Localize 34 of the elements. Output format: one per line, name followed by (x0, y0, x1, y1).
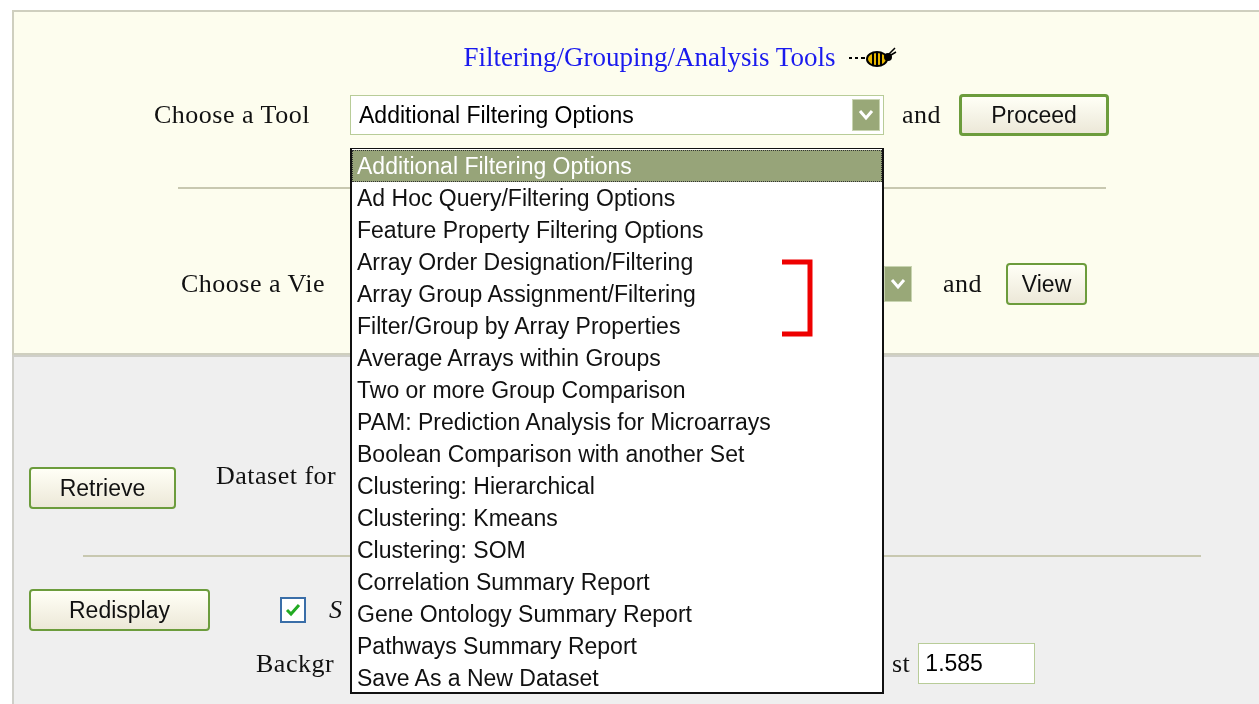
and-label: and (943, 269, 983, 299)
dropdown-option[interactable]: Array Order Designation/Filtering (352, 246, 882, 278)
dropdown-option[interactable]: Clustering: SOM (352, 534, 882, 566)
tool-select[interactable]: Additional Filtering Options (350, 95, 884, 135)
background-label: Backgr (256, 648, 336, 679)
checkmark-icon (285, 603, 301, 617)
dropdown-option[interactable]: Pathways Summary Report (352, 630, 882, 662)
checkbox[interactable] (280, 597, 306, 623)
view-label: Choose a Vie (181, 269, 327, 299)
dropdown-option[interactable]: Clustering: Kmeans (352, 502, 882, 534)
dataset-label: Dataset for (216, 461, 338, 491)
dropdown-option[interactable]: PAM: Prediction Analysis for Microarrays (352, 406, 882, 438)
view-button[interactable]: View (1006, 263, 1088, 305)
dropdown-option[interactable]: Clustering: Hierarchical (352, 470, 882, 502)
dropdown-option[interactable]: Two or more Group Comparison (352, 374, 882, 406)
dropdown-option[interactable]: Filter/Group by Array Properties (352, 310, 882, 342)
threshold-label: st (892, 648, 911, 679)
dropdown-option[interactable]: Array Group Assignment/Filtering (352, 278, 882, 310)
checkbox-label: S (329, 595, 344, 625)
dropdown-option[interactable]: Gene Ontology Summary Report (352, 598, 882, 630)
threshold-input[interactable]: 1.585 (918, 643, 1036, 684)
tool-label: Choose a Tool (154, 100, 311, 130)
dropdown-option[interactable]: Save As a New Dataset (352, 662, 882, 694)
dropdown-option[interactable]: Average Arrays within Groups (352, 342, 882, 374)
retrieve-button[interactable]: Retrieve (29, 467, 176, 509)
proceed-button[interactable]: Proceed (959, 94, 1110, 136)
section-title: Filtering/Grouping/Analysis Tools (463, 42, 836, 73)
dropdown-option[interactable]: Feature Property Filtering Options (352, 214, 882, 246)
and-label: and (902, 100, 942, 130)
dropdown-option[interactable]: Boolean Comparison with another Set (352, 438, 882, 470)
dropdown-option[interactable]: Ad Hoc Query/Filtering Options (352, 182, 882, 214)
bee-icon (849, 45, 898, 70)
dropdown-option[interactable]: Correlation Summary Report (352, 566, 882, 598)
redisplay-button[interactable]: Redisplay (29, 589, 210, 631)
